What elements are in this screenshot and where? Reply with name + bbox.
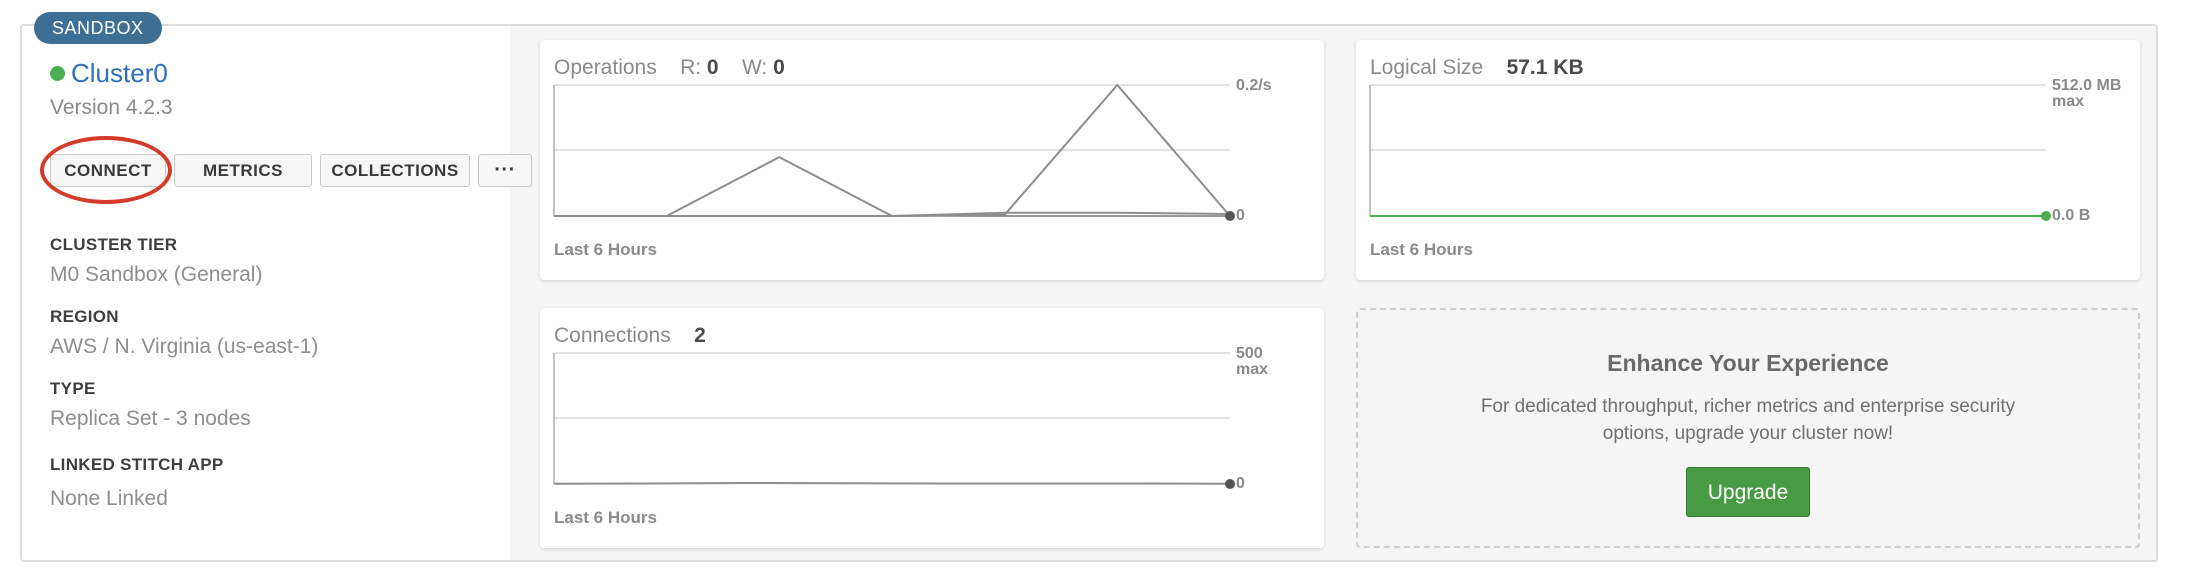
logical-size-current-point	[2041, 211, 2051, 221]
connections-footer: Last 6 Hours	[554, 508, 657, 527]
connections-chart-panel[interactable]: Connections 2 500 max 0 Last 6 Hours	[540, 308, 1324, 548]
connections-min-label: 0	[1236, 475, 1245, 492]
region-label: REGION	[50, 307, 119, 326]
connections-max-label: 500	[1236, 345, 1263, 362]
cluster-name[interactable]: Cluster0	[71, 58, 168, 89]
operations-chart	[553, 83, 1235, 221]
upsell-text: For dedicated throughput, richer metrics…	[1480, 396, 2016, 444]
status-dot-icon	[50, 66, 65, 81]
operations-max-label: 0.2/s	[1236, 77, 1272, 94]
highlight-ring	[40, 136, 172, 204]
operations-min-label: 0	[1236, 207, 1245, 224]
cluster-name-link[interactable]: Cluster0	[50, 58, 168, 89]
connections-current-point	[1225, 479, 1235, 489]
connections-chart	[553, 352, 1235, 489]
logical-size-chart	[1369, 84, 2051, 221]
linked-stitch-app-value: None Linked	[50, 487, 168, 510]
logical-size-chart-panel[interactable]: Logical Size 57.1 KB 512.0 MB max 0.0 B …	[1356, 40, 2140, 280]
type: TYPE Replica Set - 3 nodes	[50, 379, 251, 431]
operations-chart-panel[interactable]: Operations R: 0 W: 0 0.2/s 0 Last 6 Hour…	[540, 40, 1324, 280]
more-options-button[interactable]: ···	[478, 154, 532, 187]
type-value: Replica Set - 3 nodes	[50, 407, 251, 430]
region: REGION AWS / N. Virginia (us-east-1)	[50, 307, 318, 359]
upsell-heading: Enhance Your Experience	[1607, 350, 1889, 376]
metrics-button[interactable]: METRICS	[174, 154, 312, 187]
logical-size-footer: Last 6 Hours	[1370, 240, 1473, 259]
logical-size-max-label: 512.0 MB	[2052, 77, 2122, 94]
cluster-tier: CLUSTER TIER M0 Sandbox (General)	[50, 235, 262, 287]
type-label: TYPE	[50, 379, 96, 398]
linked-stitch-app: LINKED STITCH APP None Linked	[50, 455, 224, 511]
cluster-tier-value: M0 Sandbox (General)	[50, 263, 263, 286]
upgrade-button[interactable]: Upgrade	[1686, 467, 1810, 517]
upsell-panel: Enhance Your Experience For dedicated th…	[1356, 308, 2140, 548]
region-value: AWS / N. Virginia (us-east-1)	[50, 335, 319, 358]
connections-max-sub: max	[1236, 361, 1269, 378]
connections-series	[553, 481, 1231, 485]
logical-size-max-sub: max	[2052, 93, 2085, 110]
cluster-tier-label: CLUSTER TIER	[50, 235, 178, 254]
operations-current-point	[1225, 211, 1235, 221]
linked-stitch-app-label: LINKED STITCH APP	[50, 455, 224, 474]
collections-button[interactable]: COLLECTIONS	[320, 154, 470, 187]
cluster-version: Version 4.2.3	[50, 96, 173, 119]
logical-size-min-label: 0.0 B	[2052, 207, 2091, 224]
sandbox-badge: SANDBOX	[34, 12, 162, 44]
operations-footer: Last 6 Hours	[554, 240, 657, 259]
